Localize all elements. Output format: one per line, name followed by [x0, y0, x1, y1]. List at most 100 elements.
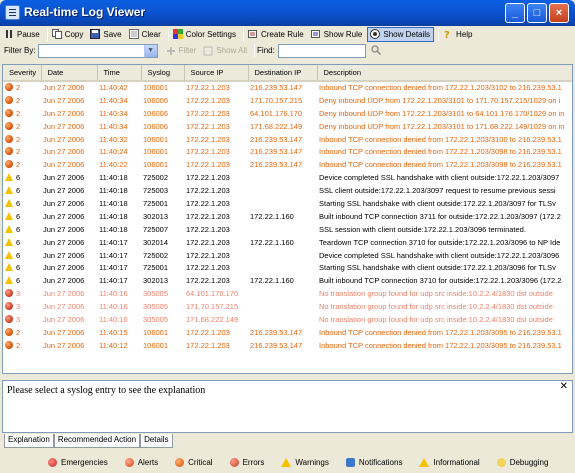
- help-button[interactable]: ? Help: [441, 27, 475, 42]
- date-cell: Jun 27 2006: [43, 237, 85, 247]
- table-row[interactable]: 3 Jun 27 2006 11:40:16 305005 171.70.157.215…: [3, 300, 572, 313]
- time-cell: 11:40:18: [99, 198, 128, 208]
- close-icon[interactable]: ✕: [560, 381, 568, 392]
- table-row[interactable]: 6 Jun 27 2006 11:40:18 725001 172.22.1.203 St…: [3, 197, 572, 210]
- close-button[interactable]: ×: [549, 3, 569, 23]
- save-button[interactable]: Save: [88, 27, 124, 42]
- show-all-label: Show All: [216, 46, 248, 55]
- color-settings-label: Color Settings: [185, 29, 236, 39]
- severity-cell: 6: [3, 210, 41, 223]
- informational-icon: [5, 173, 13, 182]
- source-ip-cell: 172.22.1.203: [186, 327, 230, 337]
- table-row[interactable]: 2 Jun 27 2006 11:40:24 106001 172.22.1.203 21…: [3, 145, 572, 158]
- legend-notifications: Notifications: [345, 457, 402, 467]
- critical-icon: [5, 108, 13, 117]
- filter-button[interactable]: Filter: [164, 43, 200, 58]
- date-cell: Jun 27 2006: [43, 211, 85, 221]
- table-row[interactable]: 2 Jun 27 2006 11:40:34 106006 172.22.1.203 64…: [3, 107, 572, 120]
- chevron-down-icon[interactable]: ▼: [143, 44, 157, 57]
- search-icon[interactable]: [371, 44, 381, 57]
- description-cell: Device completed SSL handshake with clie…: [319, 250, 560, 260]
- destination-ip-cell: [248, 197, 317, 210]
- maximize-button[interactable]: □: [527, 3, 547, 23]
- column-header-date[interactable]: Date: [41, 65, 98, 82]
- destination-ip-cell: 171.70.157.215: [250, 95, 303, 105]
- column-header-severity[interactable]: Severity: [3, 65, 42, 82]
- table-row[interactable]: 6 Jun 27 2006 11:40:18 725003 172.22.1.203 SS…: [3, 184, 572, 197]
- show-rule-icon: [310, 29, 321, 39]
- clear-button[interactable]: Clear: [127, 27, 164, 42]
- informational-icon: [5, 211, 13, 220]
- severity-value: 3: [16, 289, 21, 299]
- destination-ip-cell: 216.239.53.147: [250, 160, 303, 170]
- table-row[interactable]: 2 Jun 27 2006 11:40:34 106006 172.22.1.203 17…: [3, 120, 572, 133]
- table-row[interactable]: 6 Jun 27 2006 11:40:18 725007 172.22.1.203 SS…: [3, 223, 572, 236]
- column-header-time[interactable]: Time: [97, 65, 142, 82]
- severity-value: 6: [16, 276, 21, 286]
- table-row[interactable]: 3 Jun 27 2006 11:40:16 305005 171.68.222.149…: [3, 313, 572, 326]
- table-row[interactable]: 6 Jun 27 2006 11:40:17 302013 172.22.1.203 17…: [3, 274, 572, 287]
- column-header-destination-ip[interactable]: Destination IP: [248, 65, 318, 82]
- source-ip-cell: 172.22.1.203: [186, 211, 230, 221]
- pause-label: Pause: [17, 29, 40, 39]
- tab-recommended-action[interactable]: Recommended Action: [53, 434, 141, 448]
- tab-details[interactable]: Details: [140, 434, 173, 448]
- table-row[interactable]: 6 Jun 27 2006 11:40:17 725002 172.22.1.203 De…: [3, 249, 572, 262]
- show-details-button[interactable]: Show Details: [367, 26, 435, 42]
- filter-by-select[interactable]: ▼: [37, 43, 158, 58]
- table-row[interactable]: 6 Jun 27 2006 11:40:18 725002 172.22.1.203 De…: [3, 171, 572, 184]
- tab-explanation[interactable]: Explanation: [4, 434, 54, 448]
- legend-alerts: Alerts: [124, 457, 158, 467]
- destination-ip-cell: 216.239.53.147: [250, 327, 303, 337]
- syslog-cell: 305005: [143, 289, 169, 299]
- column-header-source-ip[interactable]: Source IP: [184, 65, 249, 82]
- show-rule-button[interactable]: Show Rule: [309, 27, 366, 42]
- syslog-cell: 106001: [143, 147, 169, 157]
- description-cell: Starting SSL handshake with client outsi…: [319, 198, 556, 208]
- date-cell: Jun 27 2006: [43, 147, 85, 157]
- legend-debugging: Debugging: [496, 457, 549, 467]
- error-icon: [5, 289, 13, 298]
- notifications-icon: [345, 457, 355, 467]
- table-row[interactable]: 6 Jun 27 2006 11:40:17 302014 172.22.1.203 17…: [3, 236, 572, 249]
- table-row[interactable]: 2 Jun 27 2006 11:40:12 106001 172.22.1.203 21…: [3, 339, 572, 352]
- table-row[interactable]: 2 Jun 27 2006 11:40:34 106006 172.22.1.203 17…: [3, 94, 572, 107]
- table-row[interactable]: 2 Jun 27 2006 11:40:15 106001 172.22.1.203 21…: [3, 326, 572, 339]
- show-all-button[interactable]: Show All: [201, 43, 250, 58]
- column-header-description[interactable]: Description: [317, 65, 572, 82]
- filter-bar: Filter By: ▼ Filter Show All Find:: [0, 42, 575, 59]
- minimize-button[interactable]: _: [505, 3, 525, 23]
- time-cell: 11:40:16: [99, 302, 128, 312]
- table-row[interactable]: 6 Jun 27 2006 11:40:18 302013 172.22.1.203 17…: [3, 210, 572, 223]
- time-cell: 11:40:17: [99, 263, 128, 273]
- description-cell: Inbound TCP connection denied from 172.2…: [319, 83, 562, 93]
- syslog-cell: 106001: [143, 340, 169, 350]
- table-row[interactable]: 3 Jun 27 2006 11:40:16 305005 64.101.176.170…: [3, 287, 572, 300]
- informational-icon: [5, 263, 13, 272]
- date-cell: Jun 27 2006: [43, 83, 85, 93]
- destination-ip-cell: 171.68.222.149: [250, 121, 303, 131]
- find-input[interactable]: [277, 43, 366, 58]
- explanation-tabs: Explanation Recommended Action Details: [4, 434, 173, 448]
- date-cell: Jun 27 2006: [43, 198, 85, 208]
- clear-label: Clear: [141, 29, 161, 39]
- destination-ip-cell: 172.22.1.160: [250, 211, 294, 221]
- pause-button[interactable]: Pause: [2, 27, 43, 42]
- toolbar-separator: [242, 27, 244, 41]
- table-row[interactable]: 2 Jun 27 2006 11:40:42 106001 172.22.1.203 21…: [3, 81, 572, 94]
- table-row[interactable]: 6 Jun 27 2006 11:40:17 725001 172.22.1.203 St…: [3, 261, 572, 274]
- table-row[interactable]: 2 Jun 27 2006 11:40:32 106001 172.22.1.203 21…: [3, 133, 572, 146]
- column-header-syslog[interactable]: Syslog: [141, 65, 185, 82]
- color-settings-button[interactable]: Color Settings: [171, 27, 239, 42]
- time-cell: 11:40:32: [99, 134, 128, 144]
- legend-label: Debugging: [509, 457, 549, 467]
- legend-label: Critical: [188, 457, 213, 467]
- source-ip-cell: 172.22.1.203: [186, 186, 230, 196]
- table-row[interactable]: 2 Jun 27 2006 11:40:22 106001 172.22.1.203 21…: [3, 158, 572, 171]
- log-table[interactable]: Severity Date Time Syslog Source IP Dest…: [2, 64, 573, 374]
- copy-button[interactable]: Copy: [50, 27, 87, 42]
- syslog-cell: 106006: [143, 108, 169, 118]
- create-rule-button[interactable]: Create Rule: [246, 27, 307, 42]
- description-cell: No translation group found for udp src i…: [319, 314, 553, 324]
- copy-label: Copy: [64, 29, 84, 39]
